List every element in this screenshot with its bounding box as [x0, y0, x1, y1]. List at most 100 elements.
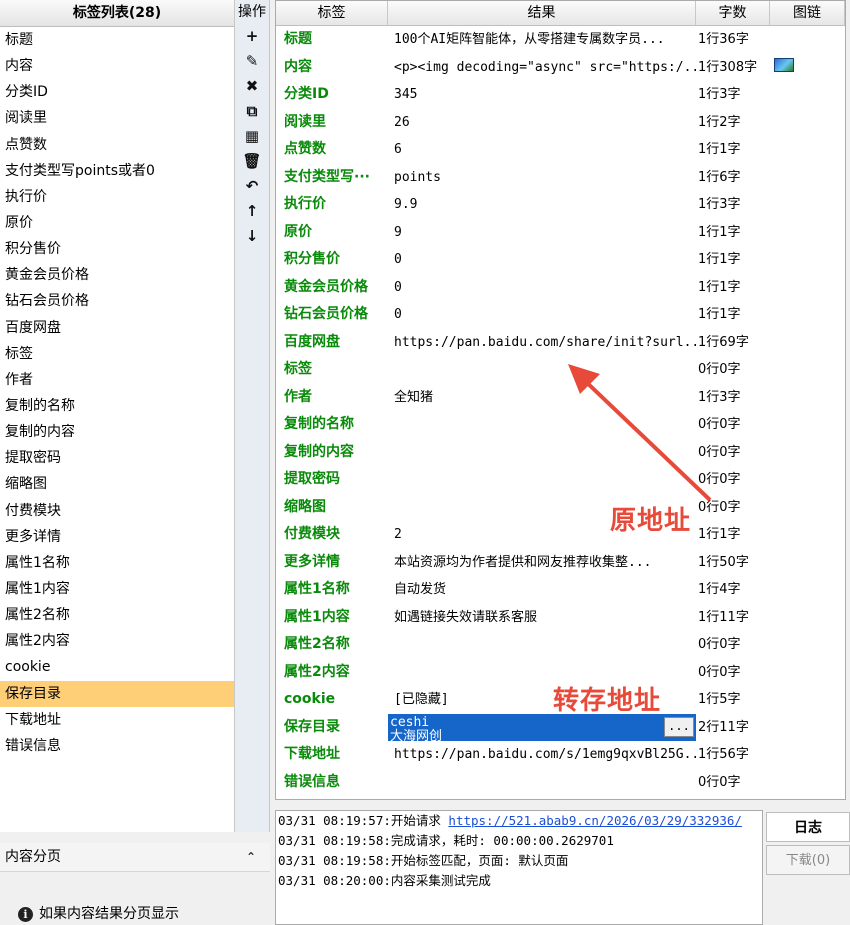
- table-row[interactable]: 支付类型写··· points 1行6字: [276, 164, 845, 192]
- tag-list-item[interactable]: 更多详情: [0, 524, 234, 550]
- log-line: 03/31 08:19:57:开始请求 https://521.abab9.cn…: [276, 811, 762, 831]
- trash-icon[interactable]: 🗑: [235, 149, 269, 174]
- tag-list-item[interactable]: 复制的内容: [0, 419, 234, 445]
- tag-list-item[interactable]: 属性1名称: [0, 550, 234, 576]
- row-tag-label: 积分售价: [284, 251, 340, 267]
- pencil-icon[interactable]: ✎: [235, 49, 269, 74]
- table-row[interactable]: 下载地址 https://pan.baidu.com/s/1emg9qxvBl25…: [276, 741, 845, 769]
- tag-list-item[interactable]: 属性2内容: [0, 628, 234, 654]
- content-paging-panel: 内容分页 ⌃ i 如果内容结果分页显示: [0, 843, 270, 925]
- table-row[interactable]: 内容 <p><img decoding="async" src="https:/.…: [276, 54, 845, 82]
- table-row[interactable]: 付费模块 2 1行1字: [276, 521, 845, 549]
- row-result: 26: [394, 114, 410, 130]
- row-tag-label: 下载地址: [284, 746, 340, 762]
- row-image-link: [770, 631, 845, 659]
- table-row[interactable]: 更多详情 本站资源均为作者提供和网友推荐收集整... 1行50字: [276, 549, 845, 577]
- row-count: 1行1字: [698, 224, 741, 240]
- plus-icon[interactable]: +: [235, 24, 269, 49]
- table-row[interactable]: 钻石会员价格 0 1行1字: [276, 301, 845, 329]
- tag-list-item[interactable]: 标签: [0, 341, 234, 367]
- row-tag-label: 提取密码: [284, 471, 340, 487]
- tag-list-item[interactable]: 执行价: [0, 184, 234, 210]
- tag-list-item[interactable]: 属性1内容: [0, 576, 234, 602]
- tag-list-item[interactable]: 作者: [0, 367, 234, 393]
- operations-title: 操作: [238, 4, 266, 20]
- row-tag-label: 保存目录: [284, 718, 340, 735]
- row-result: 345: [394, 87, 418, 102]
- tag-list-item[interactable]: 下载地址: [0, 707, 234, 733]
- row-tag-label: 支付类型写···: [284, 168, 370, 185]
- log-text: 03/31 08:19:58:开始标签匹配，页面: 默认页面: [278, 853, 569, 868]
- image-icon[interactable]: [774, 58, 794, 72]
- row-result: https://pan.baidu.com/share/init?surl...: [394, 334, 696, 350]
- tag-list-item[interactable]: 缩略图: [0, 471, 234, 497]
- row-image-link: [770, 494, 845, 522]
- table-row[interactable]: 标题 100个AI矩阵智能体，从零搭建专属数字员... 1行36字: [276, 26, 845, 54]
- table-row[interactable]: 原价 9 1行1字: [276, 219, 845, 247]
- table-row[interactable]: 分类ID 345 1行3字: [276, 81, 845, 109]
- arrow-down-icon[interactable]: ↓: [235, 224, 269, 249]
- column-header-result[interactable]: 结果: [388, 1, 696, 25]
- table-row[interactable]: 点赞数 6 1行1字: [276, 136, 845, 164]
- content-paging-title: 内容分页: [5, 849, 61, 865]
- tag-list-item[interactable]: 复制的名称: [0, 393, 234, 419]
- tag-list-item[interactable]: 原价: [0, 210, 234, 236]
- tag-list-item[interactable]: 阅读里: [0, 105, 234, 131]
- tab-log[interactable]: 日志: [766, 812, 850, 842]
- row-result[interactable]: ceshi 大海网创...: [388, 713, 696, 741]
- row-result: 9.9: [394, 197, 418, 212]
- tag-list-item[interactable]: 属性2名称: [0, 602, 234, 628]
- tag-list-item[interactable]: 支付类型写points或者0: [0, 158, 234, 184]
- row-tag-label: 缩略图: [284, 498, 326, 515]
- tag-list-item[interactable]: 保存目录: [0, 680, 234, 707]
- table-row[interactable]: 属性1内容 如遇链接失效请联系客服 1行11字: [276, 604, 845, 632]
- tag-list-item[interactable]: 点赞数: [0, 132, 234, 158]
- tag-list-item[interactable]: 内容: [0, 53, 234, 79]
- content-paging-header[interactable]: 内容分页 ⌃: [0, 843, 270, 872]
- tag-list-item[interactable]: 付费模块: [0, 498, 234, 524]
- paste-icon[interactable]: ▦: [235, 124, 269, 149]
- table-row[interactable]: 阅读里 26 1行2字: [276, 109, 845, 137]
- editor-line-2[interactable]: 大海网创: [390, 729, 696, 741]
- column-header-tag[interactable]: 标签: [276, 1, 388, 25]
- tag-list-item[interactable]: 分类ID: [0, 79, 234, 105]
- browse-button[interactable]: ...: [664, 716, 694, 737]
- table-row[interactable]: 属性1名称 自动发货 1行4字: [276, 576, 845, 604]
- tag-list-item[interactable]: 错误信息: [0, 733, 234, 759]
- row-tag-label: 标题: [284, 31, 312, 47]
- tag-list-item[interactable]: 标题: [0, 27, 234, 53]
- row-tag-label: 执行价: [284, 196, 326, 212]
- tag-list-item[interactable]: cookie: [0, 654, 234, 680]
- table-row[interactable]: 属性2名称 0行0字: [276, 631, 845, 659]
- row-count: 1行2字: [698, 114, 741, 130]
- undo-icon[interactable]: ↶: [235, 174, 269, 199]
- paging-info: i 如果内容结果分页显示: [18, 903, 179, 923]
- table-row[interactable]: 百度网盘 https://pan.baidu.com/share/init?sur…: [276, 329, 845, 357]
- collapse-chevron-icon[interactable]: ⌃: [246, 843, 256, 871]
- tag-list-item[interactable]: 提取密码: [0, 445, 234, 471]
- row-count: 1行5字: [698, 692, 741, 707]
- row-image-link: [770, 439, 845, 467]
- log-line: 03/31 08:20:00:内容采集测试完成: [276, 871, 762, 891]
- column-header-image-link[interactable]: 图链: [770, 1, 845, 25]
- tag-list-item[interactable]: 百度网盘: [0, 315, 234, 341]
- row-image-link: [770, 191, 845, 219]
- log-link[interactable]: https://521.abab9.cn/2026/03/29/332936/: [448, 813, 742, 828]
- row-result: 0: [394, 279, 402, 295]
- table-row[interactable]: 积分售价 0 1行1字: [276, 246, 845, 274]
- table-row[interactable]: 保存目录 ceshi 大海网创... 2行11字: [276, 713, 845, 741]
- row-tag-label: 阅读里: [284, 113, 326, 130]
- arrow-up-icon[interactable]: ↑: [235, 199, 269, 224]
- tag-list-item[interactable]: 钻石会员价格: [0, 288, 234, 314]
- table-row[interactable]: 错误信息 0行0字: [276, 769, 845, 797]
- tag-list-item[interactable]: 积分售价: [0, 236, 234, 262]
- tag-list-title: 标签列表(28): [0, 0, 234, 27]
- tab-download[interactable]: 下载(0): [766, 845, 850, 875]
- close-icon[interactable]: ✖: [235, 74, 269, 99]
- copy-icon[interactable]: ⧉: [235, 99, 269, 124]
- editor-line-1[interactable]: ceshi: [390, 715, 696, 730]
- tag-list-item[interactable]: 黄金会员价格: [0, 262, 234, 288]
- table-row[interactable]: 执行价 9.9 1行3字: [276, 191, 845, 219]
- column-header-count[interactable]: 字数: [696, 1, 770, 25]
- table-row[interactable]: 黄金会员价格 0 1行1字: [276, 274, 845, 302]
